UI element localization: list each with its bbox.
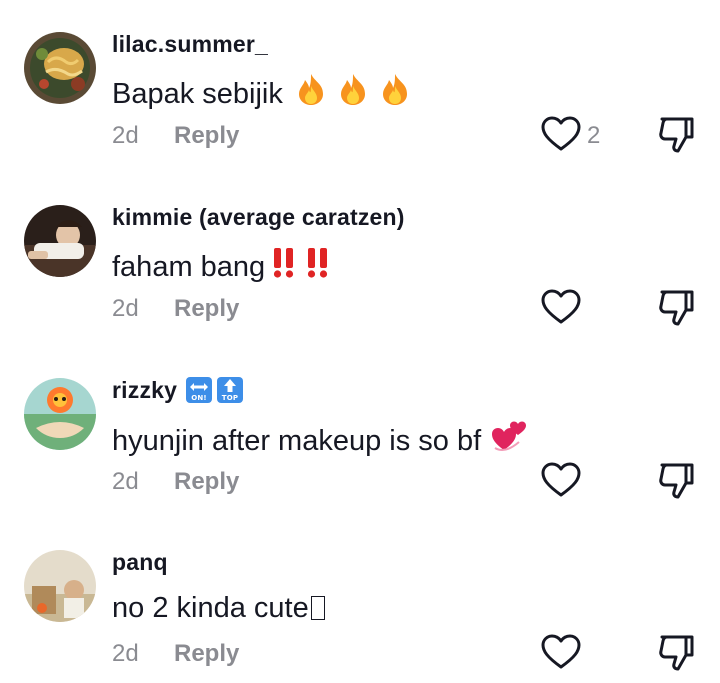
dislike-button[interactable]	[656, 633, 700, 677]
comment-item: panq no 2 kinda cute 2d Reply	[0, 548, 720, 683]
avatar[interactable]	[24, 378, 96, 450]
missing-glyph-icon	[310, 596, 325, 620]
comment-username[interactable]: lilac.summer_	[112, 30, 268, 58]
comment-timestamp: 2d	[112, 640, 139, 667]
comment-text-content: faham bang	[112, 250, 266, 283]
comment-text: hyunjin after makeup is so bf	[112, 418, 527, 463]
fire-emoji-icon	[379, 72, 411, 115]
like-button[interactable]	[541, 289, 587, 329]
like-button[interactable]	[541, 462, 587, 502]
comment-text-content: no 2 kinda cute	[112, 592, 309, 624]
dislike-button[interactable]	[656, 288, 700, 332]
like-count: 2	[587, 122, 601, 149]
comment-text: faham bang	[112, 245, 331, 288]
comment-item: rizzky ON! TOP hyunjin after makeup is s…	[0, 376, 720, 528]
on-arrow-badge-icon: ON!	[186, 377, 213, 403]
comment-timestamp: 2d	[112, 122, 139, 149]
reply-button[interactable]: Reply	[174, 468, 239, 496]
heart-outline-icon	[541, 116, 581, 157]
double-exclamation-emoji-icon	[271, 245, 297, 288]
thumbs-down-icon	[656, 290, 696, 332]
heart-outline-icon	[541, 634, 581, 675]
thumbs-down-icon	[656, 635, 696, 677]
comment-item: kimmie (average caratzen) faham bang 2d …	[0, 203, 720, 355]
avatar[interactable]	[24, 205, 96, 277]
like-button[interactable]: 2	[541, 116, 600, 156]
dislike-button[interactable]	[656, 461, 700, 505]
comment-meta: 2d Reply	[112, 638, 239, 670]
revolving-hearts-emoji-icon	[491, 418, 527, 463]
comment-meta: 2d Reply	[112, 120, 239, 152]
heart-outline-icon	[541, 289, 581, 330]
comment-text: Bapak sebijik	[112, 72, 411, 115]
dislike-button[interactable]	[656, 115, 700, 159]
username-badges: ON! TOP	[185, 376, 244, 404]
top-arrow-badge-icon: TOP	[217, 377, 244, 403]
comment-username: rizzky ON! TOP	[112, 376, 244, 404]
comment-username-text[interactable]: rizzky	[112, 376, 177, 404]
avatar[interactable]	[24, 32, 96, 104]
avatar[interactable]	[24, 550, 96, 622]
svg-text:ON!: ON!	[191, 394, 207, 402]
comment-username[interactable]: panq	[112, 548, 168, 576]
comment-meta: 2d Reply	[112, 293, 239, 325]
reply-button[interactable]: Reply	[174, 122, 239, 150]
fire-emoji-icon	[337, 72, 369, 115]
double-exclamation-emoji-icon	[305, 245, 331, 288]
comment-text: no 2 kinda cute	[112, 590, 325, 626]
reply-button[interactable]: Reply	[174, 640, 239, 668]
comment-text-content: Bapak sebijik	[112, 77, 283, 110]
svg-text:TOP: TOP	[222, 394, 238, 402]
comment-username[interactable]: kimmie (average caratzen)	[112, 203, 405, 231]
comment-list: lilac.summer_ Bapak sebijik 2d Reply 2 k…	[0, 0, 720, 683]
comment-item: lilac.summer_ Bapak sebijik 2d Reply 2	[0, 30, 720, 182]
thumbs-down-icon	[656, 463, 696, 505]
heart-outline-icon	[541, 462, 581, 503]
comment-meta: 2d Reply	[112, 466, 239, 498]
fire-emoji-icon	[295, 72, 327, 115]
reply-button[interactable]: Reply	[174, 295, 239, 323]
comment-text-content: hyunjin after makeup is so bf	[112, 424, 482, 457]
thumbs-down-icon	[656, 117, 696, 159]
comment-timestamp: 2d	[112, 295, 139, 322]
like-button[interactable]	[541, 634, 587, 674]
comment-timestamp: 2d	[112, 468, 139, 495]
